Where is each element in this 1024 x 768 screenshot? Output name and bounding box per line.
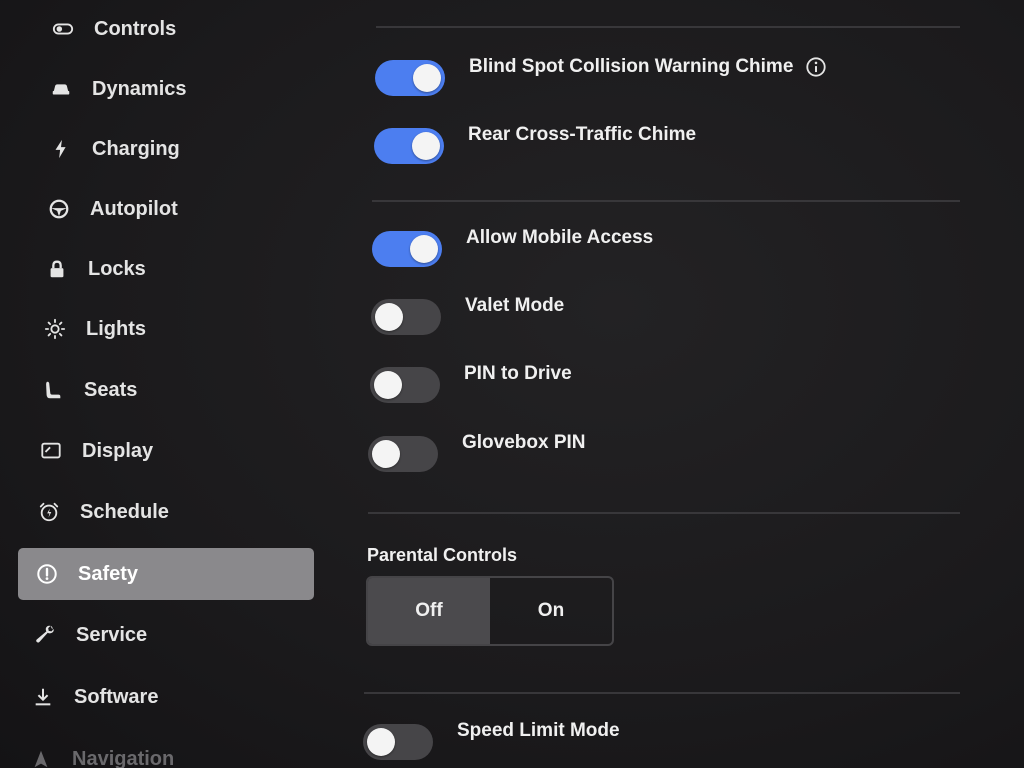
toggle-knob [374,371,402,399]
sidebar-item-label: Dynamics [92,77,187,100]
toggle-knob [372,440,400,468]
sidebar-item-navigation[interactable]: Navigation [28,733,324,768]
display-icon [38,438,64,464]
rear-cross-traffic-toggle[interactable] [374,128,444,164]
divider [376,26,960,28]
download-icon [30,684,56,710]
sidebar-item-software[interactable]: Software [30,671,326,723]
divider [368,512,960,514]
rear-cross-traffic-row: Rear Cross-Traffic Chime [374,124,696,164]
alert-circle-icon [34,561,60,587]
sidebar-item-dynamics[interactable]: Dynamics [48,63,344,115]
toggle-knob [412,132,440,160]
glovebox-pin-label: Glovebox PIN [462,432,586,453]
safety-settings-panel: Blind Spot Collision Warning Chime Rear … [360,0,970,768]
pin-to-drive-toggle[interactable] [370,367,440,403]
sidebar-item-service[interactable]: Service [32,609,328,661]
navigation-arrow-icon [28,746,54,768]
parental-controls-segmented: Off On [366,576,614,646]
car-icon [48,76,74,102]
sidebar-item-seats[interactable]: Seats [40,364,336,416]
lock-icon [44,256,70,282]
parental-controls-on-option[interactable]: On [490,578,612,644]
toggle-icon [50,16,76,42]
sidebar-item-label: Display [82,439,154,462]
parental-controls-off-option[interactable]: Off [368,578,490,644]
pin-to-drive-label: PIN to Drive [464,363,572,384]
sidebar: Controls Dynamics Charging Autopilot Loc [0,0,330,768]
blind-spot-chime-label: Blind Spot Collision Warning Chime [469,56,827,78]
wrench-icon [32,622,58,648]
sidebar-item-autopilot[interactable]: Autopilot [46,183,342,235]
valet-mode-label: Valet Mode [465,295,565,316]
glovebox-pin-row: Glovebox PIN [368,432,586,472]
sidebar-item-label: Software [74,685,159,708]
toggle-knob [413,64,441,92]
mobile-access-row: Allow Mobile Access [372,227,653,267]
sidebar-item-label: Safety [78,562,139,585]
speed-limit-mode-row: Speed Limit Mode [363,720,620,760]
blind-spot-chime-toggle[interactable] [375,60,445,96]
sidebar-item-label: Autopilot [90,197,178,220]
alarm-clock-icon [36,499,62,525]
steering-wheel-icon [46,196,72,222]
sidebar-item-label: Service [76,623,148,646]
seat-icon [40,377,66,403]
toggle-knob [410,235,438,263]
info-icon[interactable] [805,56,827,78]
settings-screen: Controls Dynamics Charging Autopilot Loc [0,0,1024,768]
sidebar-item-label: Charging [92,137,180,160]
sidebar-item-label: Schedule [80,500,169,523]
divider [364,692,960,694]
sidebar-item-safety[interactable]: Safety [18,548,314,600]
sidebar-item-label: Lights [86,317,146,340]
parental-controls-title: Parental Controls [367,545,518,565]
valet-mode-toggle[interactable] [371,299,441,335]
lightning-icon [48,136,74,162]
sidebar-item-label: Locks [88,257,146,280]
speed-limit-mode-toggle[interactable] [363,724,433,760]
glovebox-pin-toggle[interactable] [368,436,438,472]
sun-icon [42,316,68,342]
valet-mode-row: Valet Mode [371,295,564,335]
blind-spot-chime-row: Blind Spot Collision Warning Chime [375,56,827,96]
sidebar-item-lights[interactable]: Lights [42,303,338,355]
mobile-access-toggle[interactable] [372,231,442,267]
sidebar-item-schedule[interactable]: Schedule [36,486,332,538]
sidebar-item-charging[interactable]: Charging [48,123,344,175]
sidebar-item-display[interactable]: Display [38,425,334,477]
blind-spot-chime-text: Blind Spot Collision Warning Chime [469,56,794,77]
rear-cross-traffic-label: Rear Cross-Traffic Chime [468,124,697,145]
toggle-knob [367,728,395,756]
divider [372,200,960,202]
toggle-knob [375,303,403,331]
sidebar-item-label: Controls [94,17,177,40]
sidebar-item-locks[interactable]: Locks [44,243,340,295]
sidebar-item-label: Seats [84,378,138,401]
sidebar-item-controls[interactable]: Controls [50,3,346,55]
sidebar-item-label: Navigation [72,747,175,768]
speed-limit-mode-label: Speed Limit Mode [457,720,620,741]
mobile-access-label: Allow Mobile Access [466,227,654,248]
pin-to-drive-row: PIN to Drive [370,363,572,403]
